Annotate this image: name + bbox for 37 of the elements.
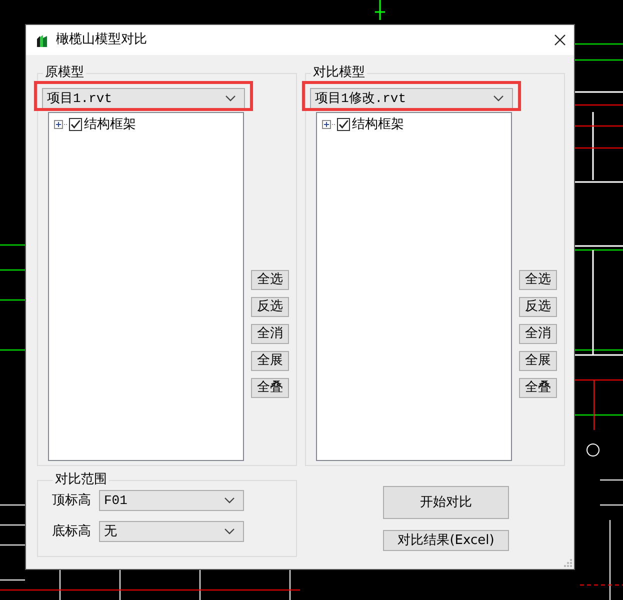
tree-action-button[interactable]: 全选 bbox=[519, 270, 557, 290]
group-title: 对比范围 bbox=[54, 472, 108, 488]
group-title: 原模型 bbox=[44, 65, 85, 81]
tree-action-button[interactable]: 反选 bbox=[251, 297, 289, 317]
dotted-connector bbox=[332, 124, 336, 126]
tree-item-label[interactable]: 结构框架 bbox=[84, 115, 136, 134]
tree-item-label[interactable]: 结构框架 bbox=[352, 115, 404, 134]
expand-icon[interactable] bbox=[322, 120, 331, 130]
chevron-down-icon bbox=[493, 95, 504, 102]
tree-action-button[interactable]: 全叠 bbox=[519, 378, 557, 398]
app-logo-icon bbox=[36, 34, 48, 46]
chevron-down-icon bbox=[224, 497, 235, 504]
field-label: 底标高 bbox=[52, 522, 92, 541]
checkbox[interactable] bbox=[337, 118, 350, 132]
chevron-down-icon bbox=[225, 95, 236, 102]
tree-action-button[interactable]: 反选 bbox=[519, 297, 557, 317]
window-title: 橄榄山模型对比 bbox=[56, 31, 147, 50]
tree-action-button[interactable]: 全选 bbox=[251, 270, 289, 290]
tree-action-button[interactable]: 全叠 bbox=[251, 378, 289, 398]
field-label: 顶标高 bbox=[52, 492, 92, 510]
chevron-down-icon bbox=[224, 528, 235, 535]
dropdown[interactable]: F01 bbox=[99, 490, 244, 511]
tree-action-button[interactable]: 全消 bbox=[251, 324, 289, 344]
group-title: 对比模型 bbox=[312, 65, 366, 81]
start-compare-button[interactable]: 开始对比 bbox=[383, 486, 509, 519]
tree-action-button[interactable]: 全展 bbox=[251, 351, 289, 371]
export-result-button[interactable]: 对比结果(Excel) bbox=[383, 530, 509, 551]
dropdown[interactable]: 无 bbox=[99, 521, 244, 542]
expand-icon[interactable] bbox=[54, 120, 63, 130]
dropdown[interactable]: 项目1修改.rvt bbox=[310, 88, 513, 109]
tree-action-button[interactable]: 全消 bbox=[519, 324, 557, 344]
resize-grip-icon bbox=[564, 559, 572, 567]
dropdown[interactable]: 项目1.rvt bbox=[42, 88, 245, 109]
dotted-connector bbox=[64, 124, 68, 126]
close-icon[interactable] bbox=[554, 34, 566, 46]
checkbox[interactable] bbox=[69, 118, 82, 132]
tree-action-button[interactable]: 全展 bbox=[519, 351, 557, 371]
